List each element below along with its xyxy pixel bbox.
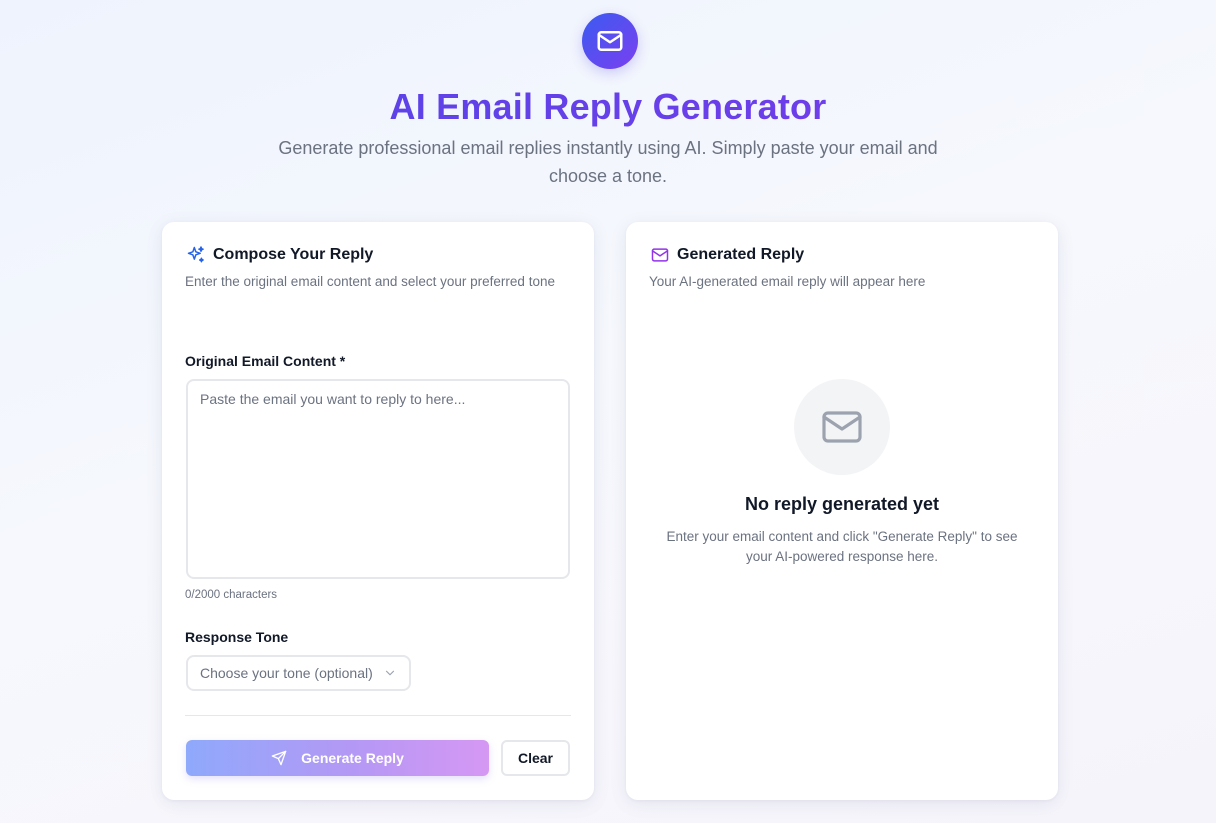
result-card-title: Generated Reply <box>677 246 805 263</box>
generate-reply-label: Generate Reply <box>301 750 404 766</box>
divider <box>185 715 571 716</box>
page-title: AI Email Reply Generator <box>0 84 1216 130</box>
generate-reply-button[interactable]: Generate Reply <box>186 740 489 776</box>
char-count: 0/2000 characters <box>185 589 278 601</box>
sparkles-icon <box>185 244 207 266</box>
result-card-description: Your AI-generated email reply will appea… <box>649 274 926 289</box>
logo-mail-icon <box>582 13 638 69</box>
email-content-input[interactable] <box>186 379 570 579</box>
send-icon <box>271 750 287 766</box>
compose-card-header: Compose Your Reply <box>185 244 373 266</box>
tone-select[interactable]: Choose your tone (optional) <box>186 655 411 691</box>
chevron-down-icon <box>383 666 397 680</box>
mail-icon <box>649 244 671 266</box>
page-subtitle: Generate professional email replies inst… <box>278 138 938 186</box>
empty-state-title: No reply generated yet <box>744 494 940 514</box>
empty-mail-icon <box>818 403 866 451</box>
compose-card-title: Compose Your Reply <box>213 246 374 263</box>
result-card-header: Generated Reply <box>649 244 804 266</box>
tone-select-placeholder: Choose your tone (optional) <box>200 665 373 681</box>
empty-state-text: Enter your email content and click "Gene… <box>666 529 1018 564</box>
email-content-label: Original Email Content * <box>185 353 346 369</box>
clear-button[interactable]: Clear <box>501 740 570 776</box>
response-tone-label: Response Tone <box>185 629 289 645</box>
compose-card-description: Enter the original email content and sel… <box>185 274 555 289</box>
compose-card: Compose Your Reply Enter the original em… <box>162 222 594 800</box>
empty-state-circle <box>794 379 890 475</box>
result-card: Generated Reply Your AI-generated email … <box>626 222 1058 800</box>
